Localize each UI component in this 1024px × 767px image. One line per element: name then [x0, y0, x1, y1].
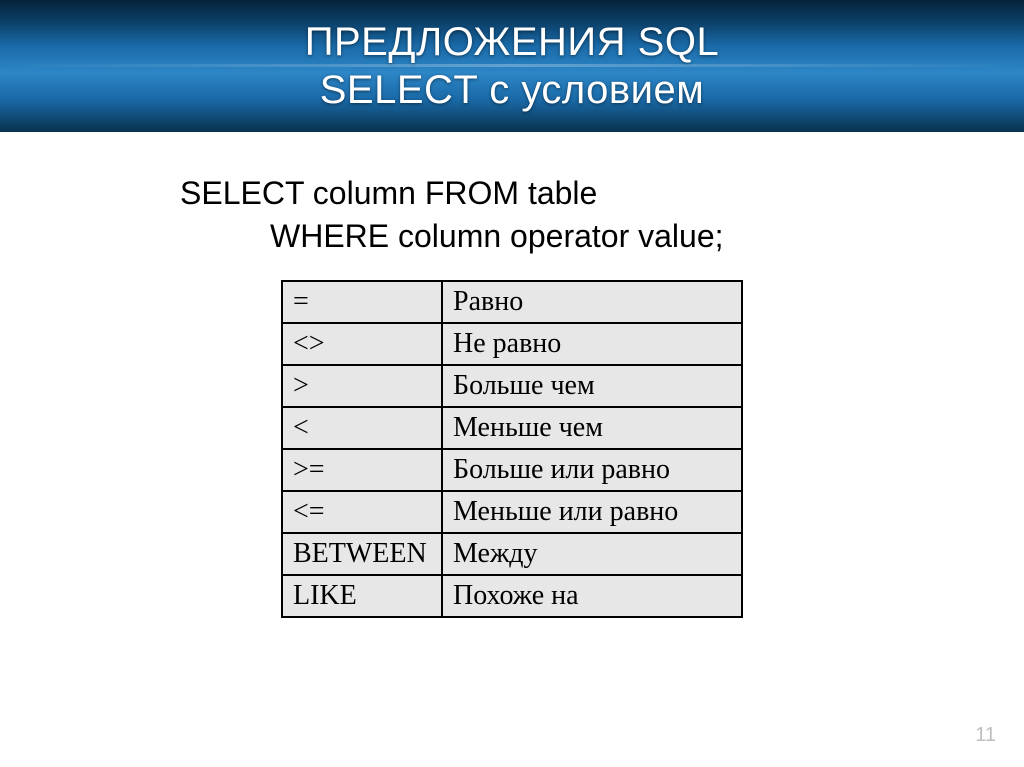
description-cell: Не равно: [442, 323, 742, 365]
table-row: >= Больше или равно: [282, 449, 742, 491]
description-cell: Меньше чем: [442, 407, 742, 449]
slide-body: SELECT column FROM table WHERE column op…: [0, 132, 1024, 618]
table-row: > Больше чем: [282, 365, 742, 407]
slide: ПРЕДЛОЖЕНИЯ SQL SELECT с условием SELECT…: [0, 0, 1024, 767]
table-row: < Меньше чем: [282, 407, 742, 449]
table-row: = Равно: [282, 281, 742, 323]
operators-table: = Равно <> Не равно > Больше чем < Меньш…: [281, 280, 743, 618]
description-cell: Между: [442, 533, 742, 575]
operator-cell: >=: [282, 449, 442, 491]
slide-header: ПРЕДЛОЖЕНИЯ SQL SELECT с условием: [0, 0, 1024, 132]
operator-cell: LIKE: [282, 575, 442, 617]
operator-cell: <=: [282, 491, 442, 533]
operator-cell: >: [282, 365, 442, 407]
table-row: LIKE Похоже на: [282, 575, 742, 617]
title-line-1: ПРЕДЛОЖЕНИЯ SQL: [305, 18, 719, 66]
title-line-2: SELECT с условием: [305, 66, 719, 114]
description-cell: Больше или равно: [442, 449, 742, 491]
table-row: <> Не равно: [282, 323, 742, 365]
table-row: <= Меньше или равно: [282, 491, 742, 533]
table-row: BETWEEN Между: [282, 533, 742, 575]
description-cell: Меньше или равно: [442, 491, 742, 533]
operators-table-wrap: = Равно <> Не равно > Больше чем < Меньш…: [60, 280, 964, 618]
sql-line-2: WHERE column operator value;: [180, 215, 964, 258]
operator-cell: <: [282, 407, 442, 449]
operator-cell: <>: [282, 323, 442, 365]
operator-cell: BETWEEN: [282, 533, 442, 575]
description-cell: Похоже на: [442, 575, 742, 617]
header-accent-line: [0, 64, 1024, 67]
description-cell: Больше чем: [442, 365, 742, 407]
description-cell: Равно: [442, 281, 742, 323]
page-number: 11: [975, 724, 996, 747]
sql-syntax: SELECT column FROM table WHERE column op…: [180, 172, 964, 258]
operator-cell: =: [282, 281, 442, 323]
sql-line-1: SELECT column FROM table: [180, 172, 964, 215]
